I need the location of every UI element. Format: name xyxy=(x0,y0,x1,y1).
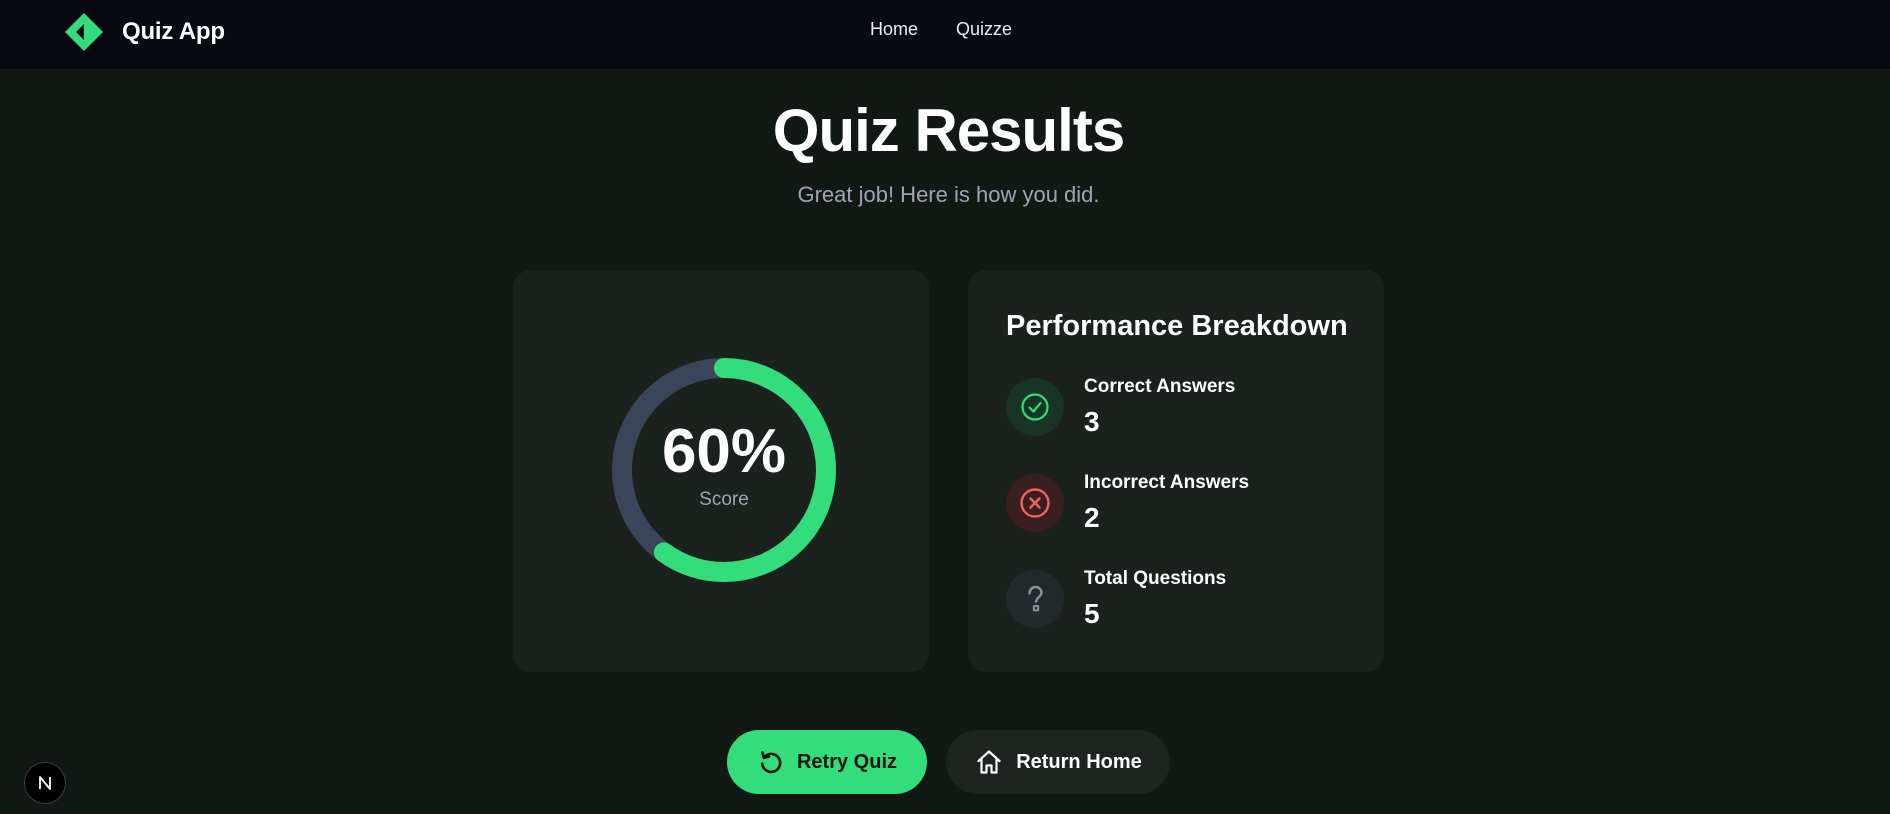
app-name: Quiz App xyxy=(122,18,225,45)
stat-incorrect-answers: Incorrect Answers 2 xyxy=(1006,472,1250,536)
score-label: Score xyxy=(699,489,749,510)
return-home-label: Return Home xyxy=(1016,750,1142,773)
return-home-button[interactable]: Return Home xyxy=(946,730,1170,794)
breakdown-title: Performance Breakdown xyxy=(1006,310,1348,342)
stat-total-questions: Total Questions 5 xyxy=(1006,568,1227,632)
nav-link-quizzes[interactable]: Quizze xyxy=(956,19,1012,40)
x-circle-icon xyxy=(1006,474,1064,532)
home-icon xyxy=(977,750,1001,774)
score-ring: 60% Score xyxy=(608,354,840,586)
retry-quiz-button[interactable]: Retry Quiz xyxy=(727,730,927,794)
page-title: Quiz Results xyxy=(772,97,1125,164)
stat-value: 5 xyxy=(1084,598,1100,629)
page-subtitle: Great job! Here is how you did. xyxy=(797,182,1100,207)
check-circle-icon xyxy=(1006,378,1064,436)
n-logo-icon xyxy=(39,776,51,790)
score-percent: 60% xyxy=(661,417,787,486)
stat-label: Incorrect Answers xyxy=(1084,472,1250,493)
stat-value: 2 xyxy=(1084,502,1100,533)
stat-correct-answers: Correct Answers 3 xyxy=(1006,376,1236,440)
stat-value: 3 xyxy=(1084,406,1100,437)
diamond-logo-icon xyxy=(65,13,103,51)
score-readout: 60% Score xyxy=(608,354,840,586)
score-card: 60% Score xyxy=(513,270,929,672)
main-nav: Home Quizze xyxy=(870,19,1012,40)
stat-label: Correct Answers xyxy=(1084,376,1236,397)
question-mark-icon xyxy=(1006,570,1064,628)
brand-link[interactable]: Quiz App xyxy=(64,12,225,52)
dev-tools-badge[interactable] xyxy=(24,762,66,804)
stat-label: Total Questions xyxy=(1084,568,1227,589)
retry-quiz-label: Retry Quiz xyxy=(796,750,898,773)
top-navbar: Quiz App Home Quizze xyxy=(0,0,1890,70)
nav-link-home[interactable]: Home xyxy=(870,19,918,40)
retry-icon xyxy=(760,751,782,774)
performance-breakdown-card: Performance Breakdown Correct Answers 3 … xyxy=(968,270,1384,672)
